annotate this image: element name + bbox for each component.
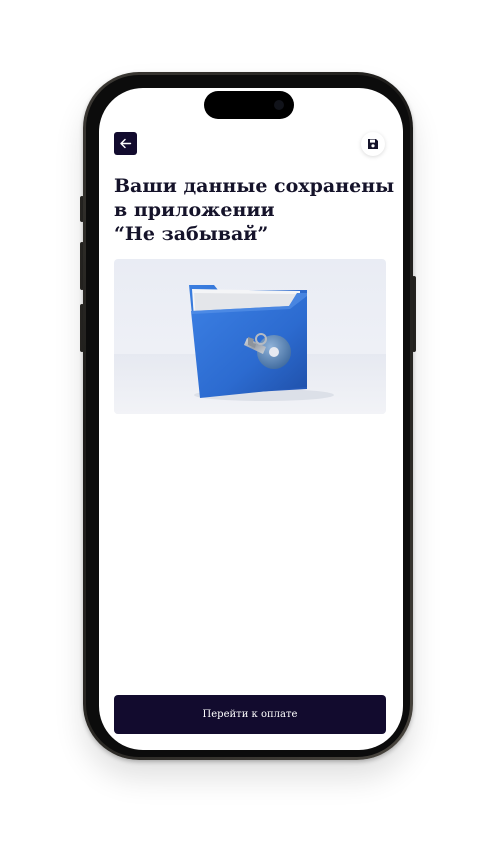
page-title-line-1: Ваши данные сохранены (114, 175, 395, 197)
back-button[interactable] (114, 132, 137, 155)
floppy-disk-icon (368, 139, 378, 149)
page-title: Ваши данные сохранены в приложении “Не з… (114, 174, 394, 246)
front-camera (274, 100, 284, 110)
page-title-line-3: “Не забывай” (114, 223, 269, 245)
save-button[interactable] (361, 132, 385, 156)
page-title-line-2: в приложении (114, 199, 275, 221)
folder-with-key-icon (114, 285, 386, 414)
arrow-left-icon (120, 138, 132, 149)
go-to-payment-button[interactable]: Перейти к оплате (114, 695, 386, 734)
illustration-card (114, 259, 386, 414)
dynamic-island (204, 91, 294, 119)
stage: Ваши данные сохранены в приложении “Не з… (0, 0, 496, 843)
